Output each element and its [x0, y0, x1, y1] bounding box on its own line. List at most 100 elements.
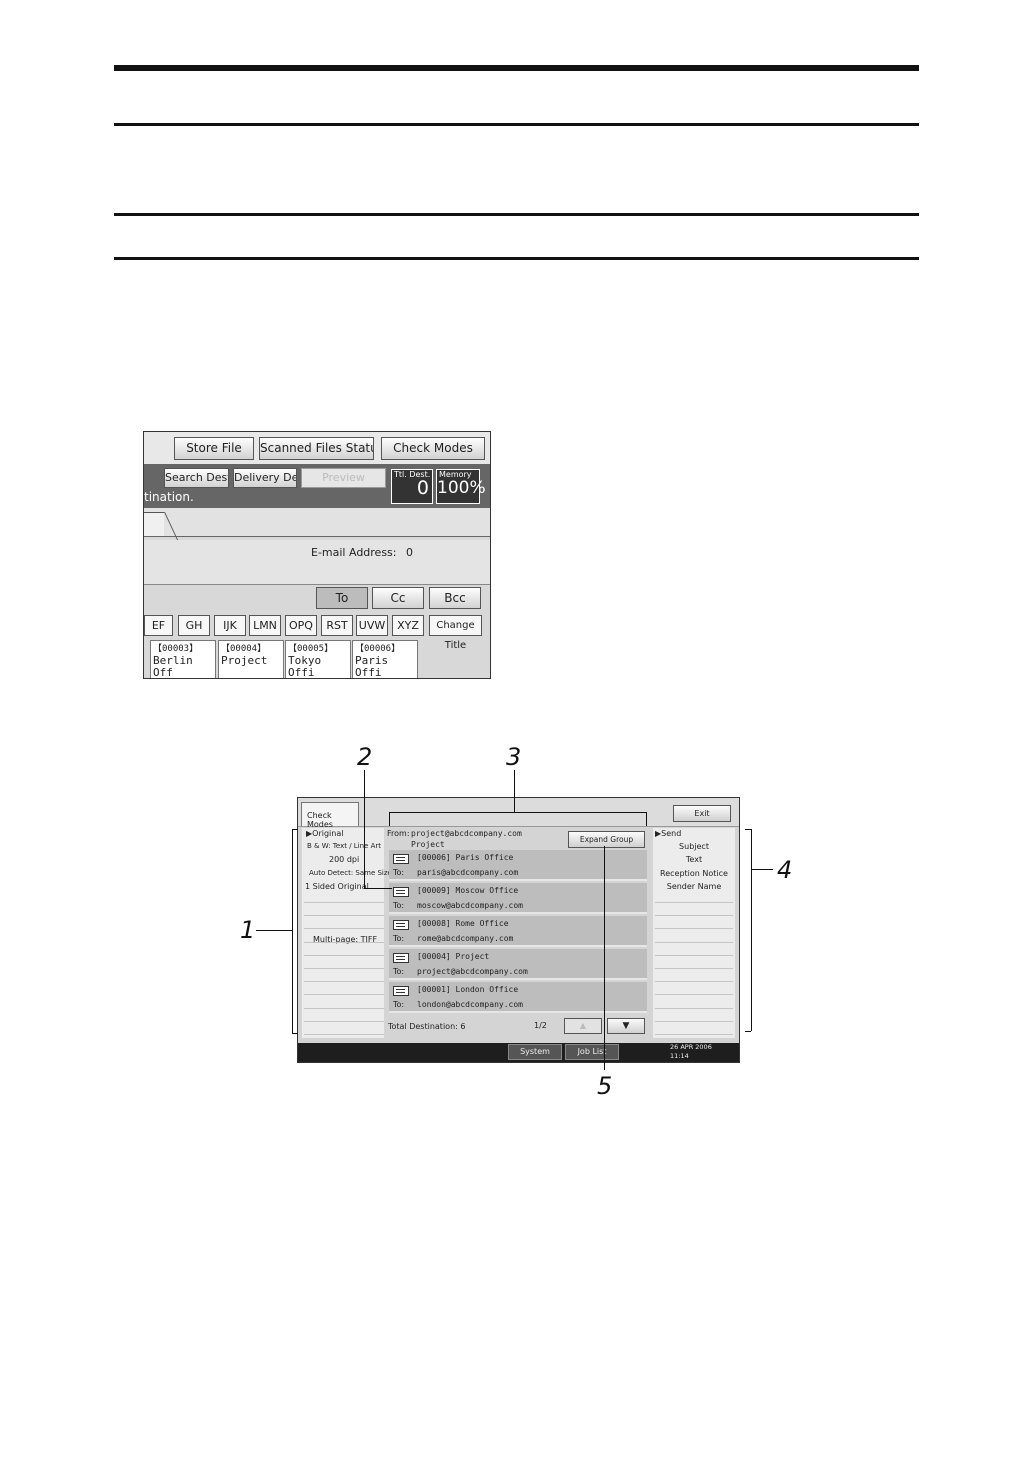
- status-message: tination.: [144, 490, 194, 504]
- panel-rule: [655, 1034, 733, 1035]
- panel-rule: [304, 968, 384, 969]
- bracket-4-bottom: [745, 1031, 751, 1032]
- destination-button-00005[interactable]: 【00005】 Tokyo Offi ce: [285, 640, 351, 679]
- destination-email: rome@abcdcompany.com: [417, 934, 514, 943]
- send-text: Text: [685, 855, 703, 864]
- from-name: Project: [411, 840, 445, 849]
- page-down-button[interactable]: ▼: [607, 1018, 645, 1034]
- destination-tab[interactable]: [144, 512, 164, 537]
- panel-rule: [655, 955, 733, 956]
- page-up-button[interactable]: ▲: [564, 1018, 602, 1034]
- index-key-lmn[interactable]: LMN: [249, 615, 281, 636]
- setting-scan-size: Auto Detect: Same Size: [309, 869, 392, 877]
- to-label: To:: [393, 1000, 405, 1009]
- status-time: 11:14: [670, 1052, 689, 1060]
- destination-row[interactable]: [00008] Rome Office To: rome@abcdcompany…: [389, 916, 647, 947]
- original-header-label: Original: [312, 829, 344, 838]
- leader-1: [256, 930, 292, 931]
- panel-rule: [304, 955, 384, 956]
- panel-rule: [304, 928, 384, 929]
- destination-button-00006[interactable]: 【00006】 Paris Offi ce: [352, 640, 418, 679]
- destination-name: Tokyo Offi: [288, 654, 322, 679]
- cc-button[interactable]: Cc: [372, 587, 424, 609]
- destination-button-00003[interactable]: 【00003】 Berlin Off ice: [150, 640, 216, 679]
- destination-email: paris@abcdcompany.com: [417, 868, 519, 877]
- send-sender-name: Sender Name: [666, 882, 722, 891]
- index-key-xyz[interactable]: XYZ: [392, 615, 424, 636]
- search-dest-button[interactable]: Search Dest.: [164, 468, 229, 488]
- panel-rule: [304, 981, 384, 982]
- destination-name: Project: [221, 654, 268, 667]
- memory-value: 100%: [437, 478, 486, 498]
- preview-button[interactable]: Preview: [301, 468, 386, 488]
- index-key-ef[interactable]: EF: [144, 615, 173, 636]
- send-subject: Subject: [679, 842, 709, 851]
- callout-1: 1: [240, 916, 256, 944]
- leader-4: [751, 869, 773, 870]
- panel-rule: [304, 902, 384, 903]
- panel-rule: [304, 915, 384, 916]
- destination-row[interactable]: [00004] Project To: project@abcdcompany.…: [389, 949, 647, 980]
- original-header: ▶Original: [306, 829, 344, 838]
- store-file-button[interactable]: Store File: [174, 437, 254, 460]
- from-email: project@abcdcompany.com: [411, 829, 522, 838]
- bracket-3-right: [646, 812, 647, 826]
- destination-email: project@abcdcompany.com: [417, 967, 528, 976]
- bcc-button[interactable]: Bcc: [429, 587, 481, 609]
- leader-3: [514, 770, 515, 812]
- email-destination-icon: [393, 953, 409, 963]
- delivery-dest-button[interactable]: Delivery Dest.: [233, 468, 297, 488]
- to-label: To:: [393, 901, 405, 910]
- exit-button[interactable]: Exit: [673, 805, 731, 822]
- ttl-dest-counter: Ttl. Dest. 0: [391, 469, 433, 504]
- destination-name: [00009] Moscow Office: [417, 886, 519, 895]
- panel-rule: [655, 902, 733, 903]
- callout-2: 2: [357, 743, 373, 771]
- index-key-ijk[interactable]: IJK: [214, 615, 246, 636]
- to-button[interactable]: To: [316, 587, 368, 609]
- bracket-4: [751, 829, 752, 1031]
- panel-rule: [655, 942, 733, 943]
- check-modes-button[interactable]: Check Modes: [381, 437, 485, 460]
- page-indicator: 1/2: [534, 1021, 547, 1030]
- callout-5: 5: [597, 1072, 613, 1100]
- leader-2-h: [364, 888, 392, 889]
- bracket-1-bottom: [292, 1033, 298, 1034]
- email-address-count: 0: [406, 546, 413, 559]
- memory-counter: Memory 100%: [436, 469, 486, 504]
- to-label: To:: [393, 967, 405, 976]
- destination-name: Paris Offi: [355, 654, 389, 679]
- destination-button-00004[interactable]: 【00004】 Project: [218, 640, 284, 678]
- system-status-button[interactable]: System Status: [508, 1044, 562, 1062]
- destination-row[interactable]: [00009] Moscow Office To: moscow@abcdcom…: [389, 883, 647, 914]
- panel-rule: [655, 968, 733, 969]
- header-rule-3: [114, 257, 919, 260]
- destination-row[interactable]: [00006] Paris Office To: paris@abcdcompa…: [389, 850, 647, 881]
- check-modes-tab: Check Modes: [301, 802, 359, 829]
- bracket-1-top: [292, 829, 298, 830]
- scanned-files-status-button[interactable]: Scanned Files Status: [259, 437, 374, 460]
- destination-email: moscow@abcdcompany.com: [417, 901, 523, 910]
- job-list-button[interactable]: Job List: [565, 1044, 619, 1060]
- bracket-1: [292, 829, 293, 1033]
- panel-rule: [304, 942, 384, 943]
- up-arrow-icon: ▲: [579, 1021, 587, 1030]
- change-title-button[interactable]: Change Title: [429, 615, 482, 651]
- send-reception-notice: Reception Notice: [660, 869, 728, 878]
- destination-row[interactable]: [00001] London Office To: london@abcdcom…: [389, 982, 647, 1013]
- expand-group-dest-button[interactable]: Expand Group Dest.: [568, 831, 645, 859]
- panel-rule: [304, 1021, 384, 1022]
- index-key-opq[interactable]: OPQ: [285, 615, 317, 636]
- leader-2: [364, 770, 365, 888]
- destination-name: Berlin Off: [153, 654, 193, 679]
- down-arrow-icon: ▼: [622, 1021, 630, 1031]
- index-key-uvw[interactable]: UVW: [356, 615, 388, 636]
- leader-5: [604, 846, 605, 1070]
- panel-rule: [655, 994, 733, 995]
- total-destination: Total Destination: 6: [388, 1022, 466, 1031]
- panel-rule: [655, 915, 733, 916]
- email-destination-icon: [393, 920, 409, 930]
- index-key-gh[interactable]: GH: [178, 615, 210, 636]
- email-destination-icon: [393, 854, 409, 864]
- index-key-rst[interactable]: RST: [321, 615, 353, 636]
